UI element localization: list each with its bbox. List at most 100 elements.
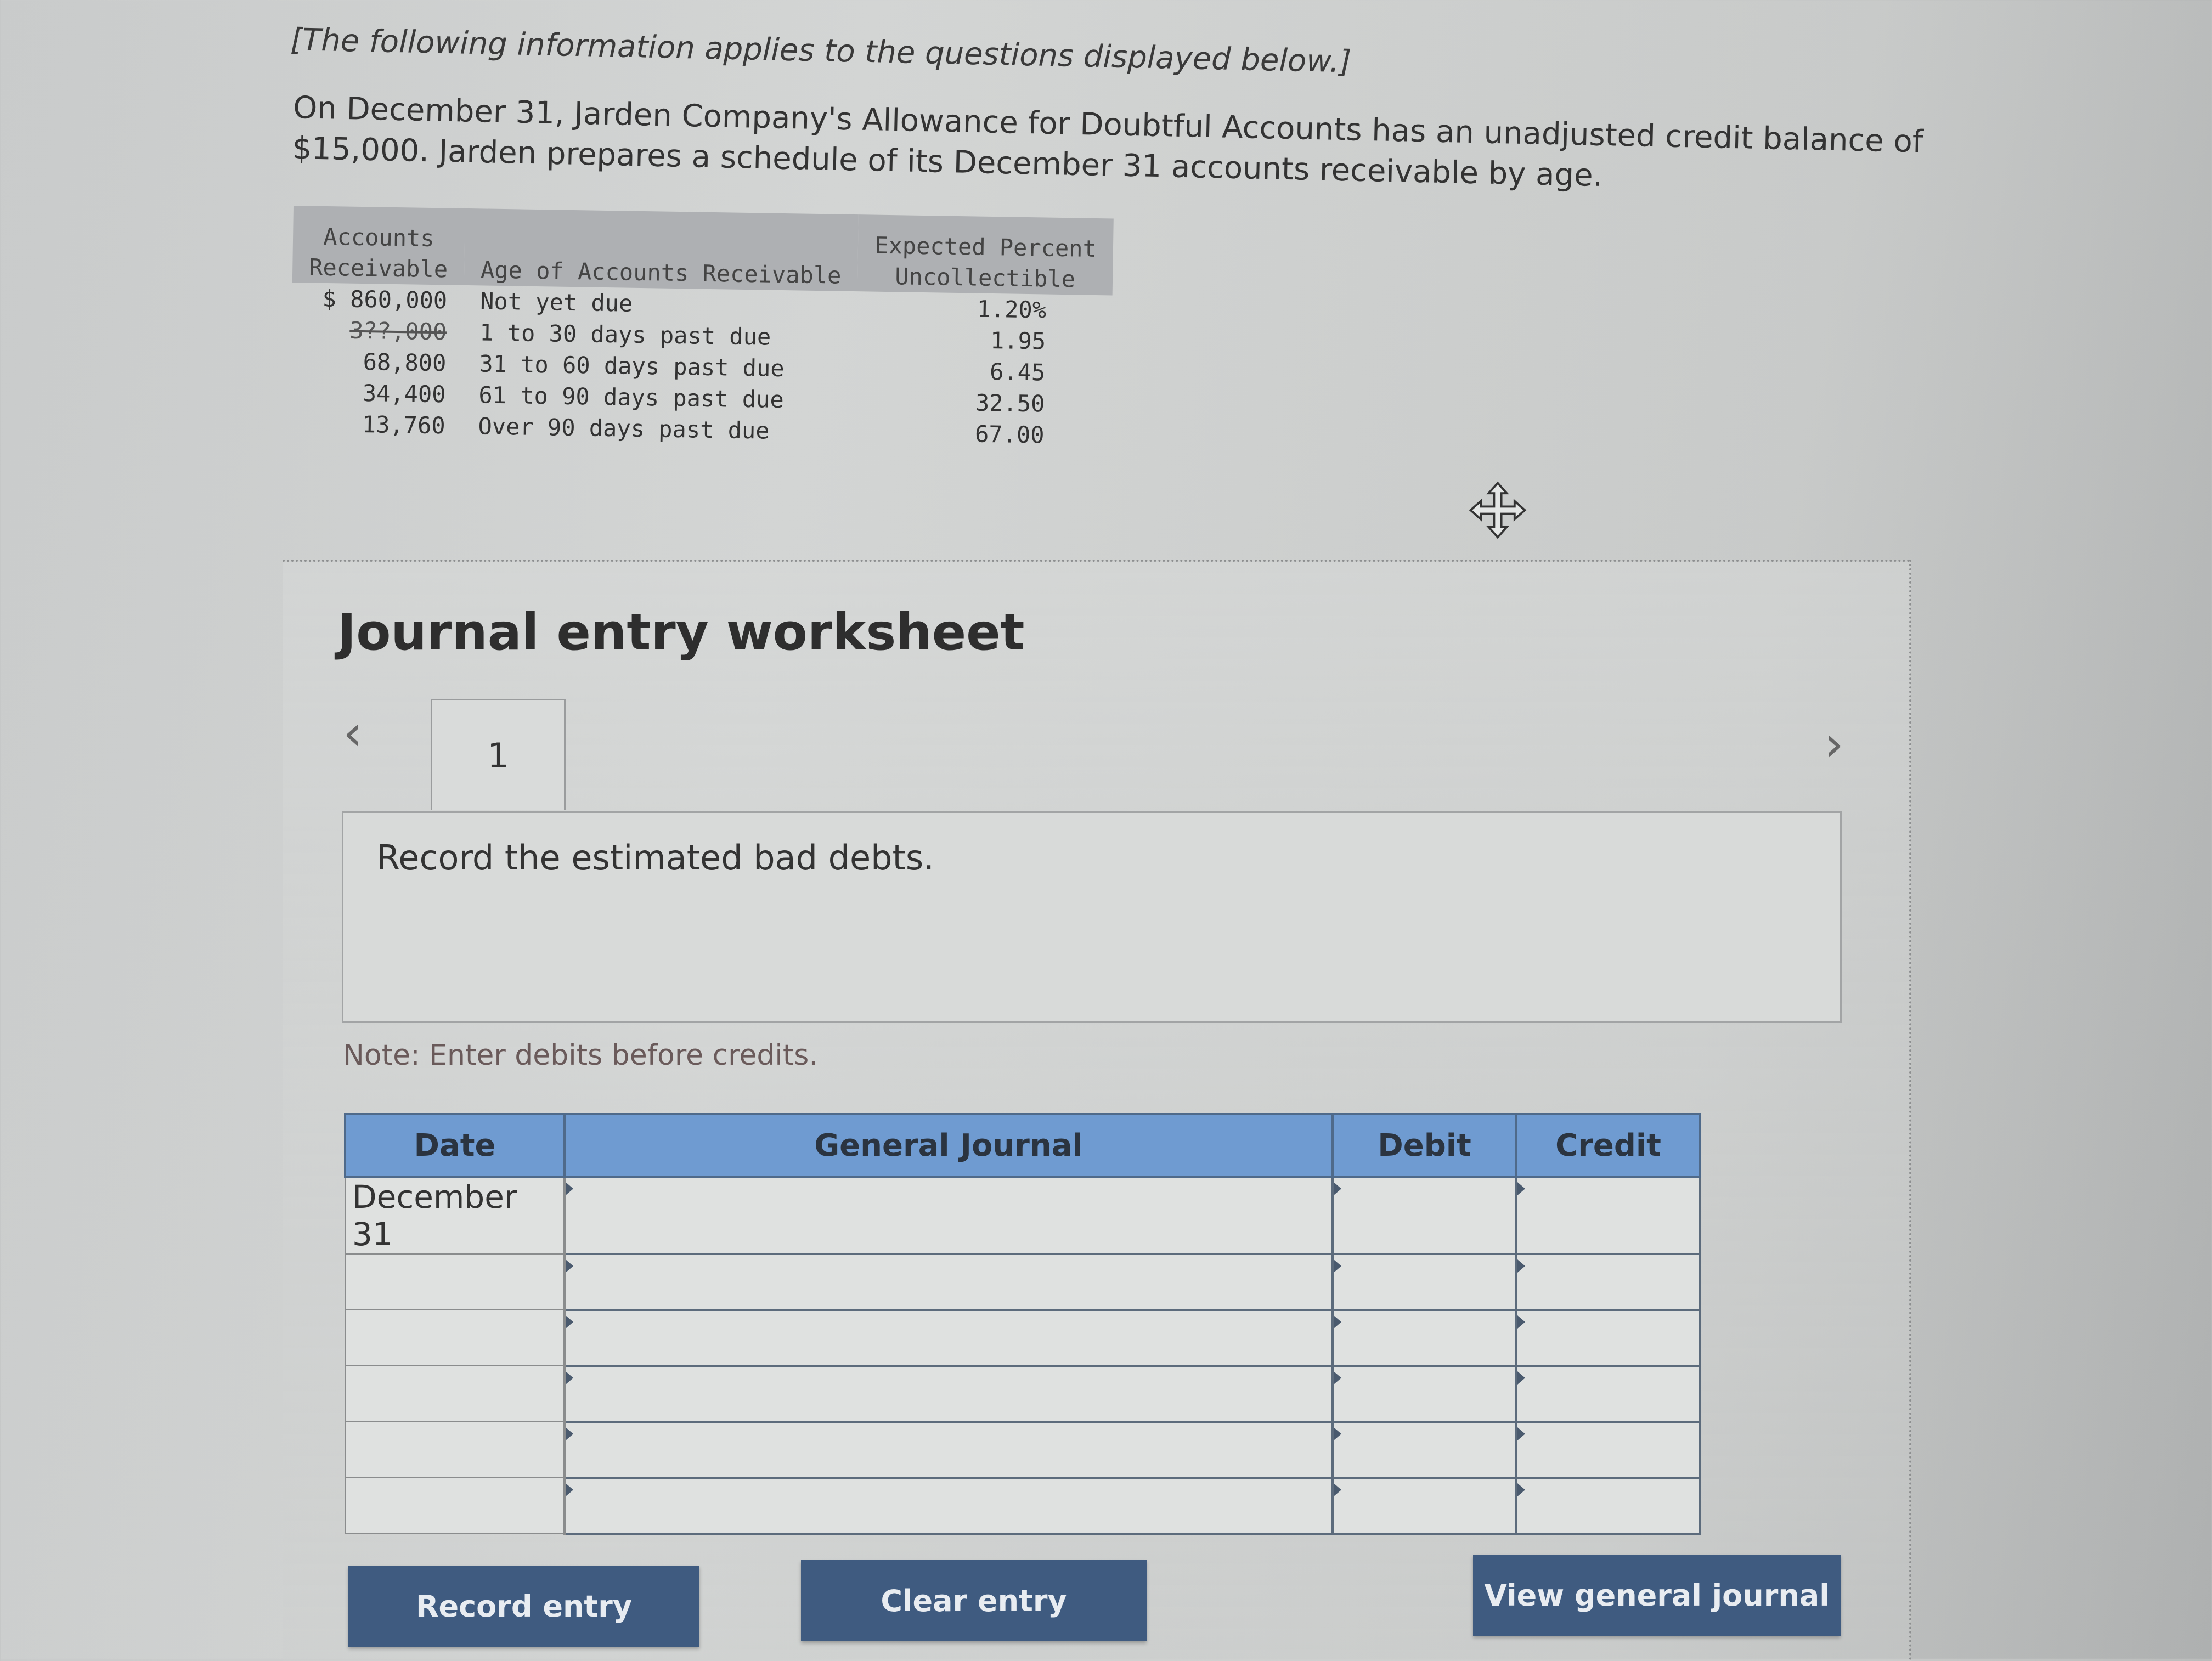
account-cell[interactable]	[563, 1477, 1334, 1535]
header-accounts-receivable: Accounts Receivable	[292, 206, 465, 285]
credit-cell[interactable]	[1515, 1176, 1701, 1255]
aging-amount: 34,400	[362, 380, 446, 408]
account-cell[interactable]	[563, 1176, 1334, 1255]
credit-cell[interactable]	[1515, 1253, 1701, 1311]
debit-cell[interactable]	[1331, 1421, 1517, 1479]
cell-marker-icon	[1334, 1371, 1341, 1385]
date-cell: December 31	[345, 1176, 566, 1255]
cell-marker-icon	[1334, 1427, 1341, 1440]
date-cell	[345, 1477, 566, 1534]
date-cell	[345, 1309, 566, 1366]
cell-marker-icon	[1334, 1315, 1341, 1329]
aging-header-row: Accounts Receivable Age of Accounts Rece…	[292, 206, 1114, 296]
problem-statement: On December 31, Jarden Company's Allowan…	[292, 89, 1924, 194]
dropdown-marker-icon	[566, 1259, 573, 1273]
cell-marker-icon	[1517, 1427, 1525, 1440]
aging-schedule-table: Accounts Receivable Age of Accounts Rece…	[290, 206, 1114, 451]
journal-row	[345, 1421, 1701, 1479]
column-header-credit: Credit	[1515, 1113, 1701, 1178]
aging-percent: 67.00	[974, 420, 1045, 449]
date-cell	[345, 1253, 566, 1310]
intro-note: [The following information applies to th…	[290, 22, 1352, 80]
credit-cell[interactable]	[1515, 1421, 1701, 1479]
cell-marker-icon	[1517, 1483, 1525, 1496]
credit-input[interactable]	[1518, 1178, 1699, 1252]
debit-input[interactable]	[1334, 1479, 1515, 1532]
worksheet-title: Journal entry worksheet	[337, 603, 1025, 662]
credit-input[interactable]	[1518, 1423, 1699, 1476]
account-cell[interactable]	[563, 1421, 1334, 1479]
date-cell	[345, 1421, 566, 1478]
credit-input[interactable]	[1518, 1479, 1699, 1532]
aging-amount: 68,800	[363, 348, 447, 377]
cell-marker-icon	[1334, 1483, 1341, 1496]
journal-row	[345, 1477, 1701, 1535]
credit-input[interactable]	[1518, 1256, 1699, 1308]
dropdown-marker-icon	[566, 1371, 573, 1385]
cell-marker-icon	[1334, 1259, 1341, 1273]
chevron-left-icon[interactable]: ‹	[343, 704, 363, 762]
header-age: Age of Accounts Receivable	[464, 208, 859, 292]
debit-input[interactable]	[1334, 1256, 1515, 1308]
entry-note: Note: Enter debits before credits.	[343, 1039, 818, 1072]
credit-input[interactable]	[1518, 1368, 1699, 1420]
aging-percent: 32.50	[975, 389, 1045, 417]
journal-row: December 31	[345, 1176, 1701, 1255]
cell-marker-icon	[1517, 1182, 1525, 1195]
credit-cell[interactable]	[1515, 1477, 1701, 1535]
account-cell[interactable]	[563, 1253, 1334, 1311]
record-entry-button[interactable]: Record entry	[348, 1566, 699, 1647]
account-input[interactable]	[566, 1312, 1331, 1364]
account-input[interactable]	[566, 1256, 1331, 1308]
aging-amount: $ 860,000	[322, 285, 448, 314]
aging-percent: 1.20%	[977, 295, 1047, 324]
move-cursor-icon	[1469, 481, 1527, 539]
column-header-date: Date	[344, 1113, 566, 1178]
debit-cell[interactable]	[1331, 1309, 1517, 1367]
aging-age: Over 90 days past due	[478, 413, 770, 444]
debit-cell[interactable]	[1331, 1365, 1517, 1423]
general-journal-table: Date General Journal Debit Credit Decemb…	[344, 1113, 1701, 1535]
dropdown-marker-icon	[566, 1315, 573, 1329]
account-cell[interactable]	[563, 1365, 1334, 1423]
account-input[interactable]	[566, 1368, 1331, 1420]
debit-input[interactable]	[1334, 1368, 1515, 1420]
account-input[interactable]	[566, 1178, 1331, 1252]
journal-header-row: Date General Journal Debit Credit	[344, 1113, 1701, 1178]
cell-marker-icon	[1517, 1315, 1525, 1329]
debit-cell[interactable]	[1331, 1176, 1517, 1255]
journal-row	[345, 1253, 1701, 1311]
debit-cell[interactable]	[1331, 1253, 1517, 1311]
debit-cell[interactable]	[1331, 1477, 1517, 1535]
chevron-right-icon[interactable]: ›	[1824, 715, 1844, 773]
cell-marker-icon	[1334, 1182, 1341, 1195]
credit-input[interactable]	[1518, 1312, 1699, 1364]
header-expected-percent: Expected Percent Uncollectible	[857, 214, 1114, 296]
credit-cell[interactable]	[1515, 1309, 1701, 1367]
instruction-text: Record the estimated bad debts.	[376, 838, 934, 878]
journal-row	[345, 1309, 1701, 1367]
aging-amount: 13,760	[362, 411, 445, 439]
debit-input[interactable]	[1334, 1312, 1515, 1364]
account-input[interactable]	[566, 1479, 1331, 1532]
date-cell	[345, 1365, 566, 1422]
credit-cell[interactable]	[1515, 1365, 1701, 1423]
cell-marker-icon	[1517, 1259, 1525, 1273]
cell-marker-icon	[1517, 1371, 1525, 1385]
account-cell[interactable]	[563, 1309, 1334, 1367]
debit-input[interactable]	[1334, 1423, 1515, 1476]
aging-percent: 6.45	[989, 358, 1046, 386]
column-header-general-journal: General Journal	[563, 1113, 1334, 1178]
aging-percent: 1.95	[990, 326, 1046, 355]
aging-amount-obscured: 3??,000	[349, 317, 447, 346]
account-input[interactable]	[566, 1423, 1331, 1476]
tab-entry-1[interactable]: 1	[431, 699, 566, 810]
view-general-journal-button[interactable]: View general journal	[1473, 1555, 1841, 1636]
dropdown-marker-icon	[566, 1182, 573, 1195]
debit-input[interactable]	[1334, 1178, 1515, 1252]
instruction-panel: Record the estimated bad debts.	[342, 811, 1842, 1023]
journal-row	[345, 1365, 1701, 1423]
column-header-debit: Debit	[1331, 1113, 1517, 1178]
clear-entry-button[interactable]: Clear entry	[801, 1560, 1147, 1641]
journal-entry-worksheet: Journal entry worksheet ‹ 1 › Record the…	[283, 560, 1911, 1661]
